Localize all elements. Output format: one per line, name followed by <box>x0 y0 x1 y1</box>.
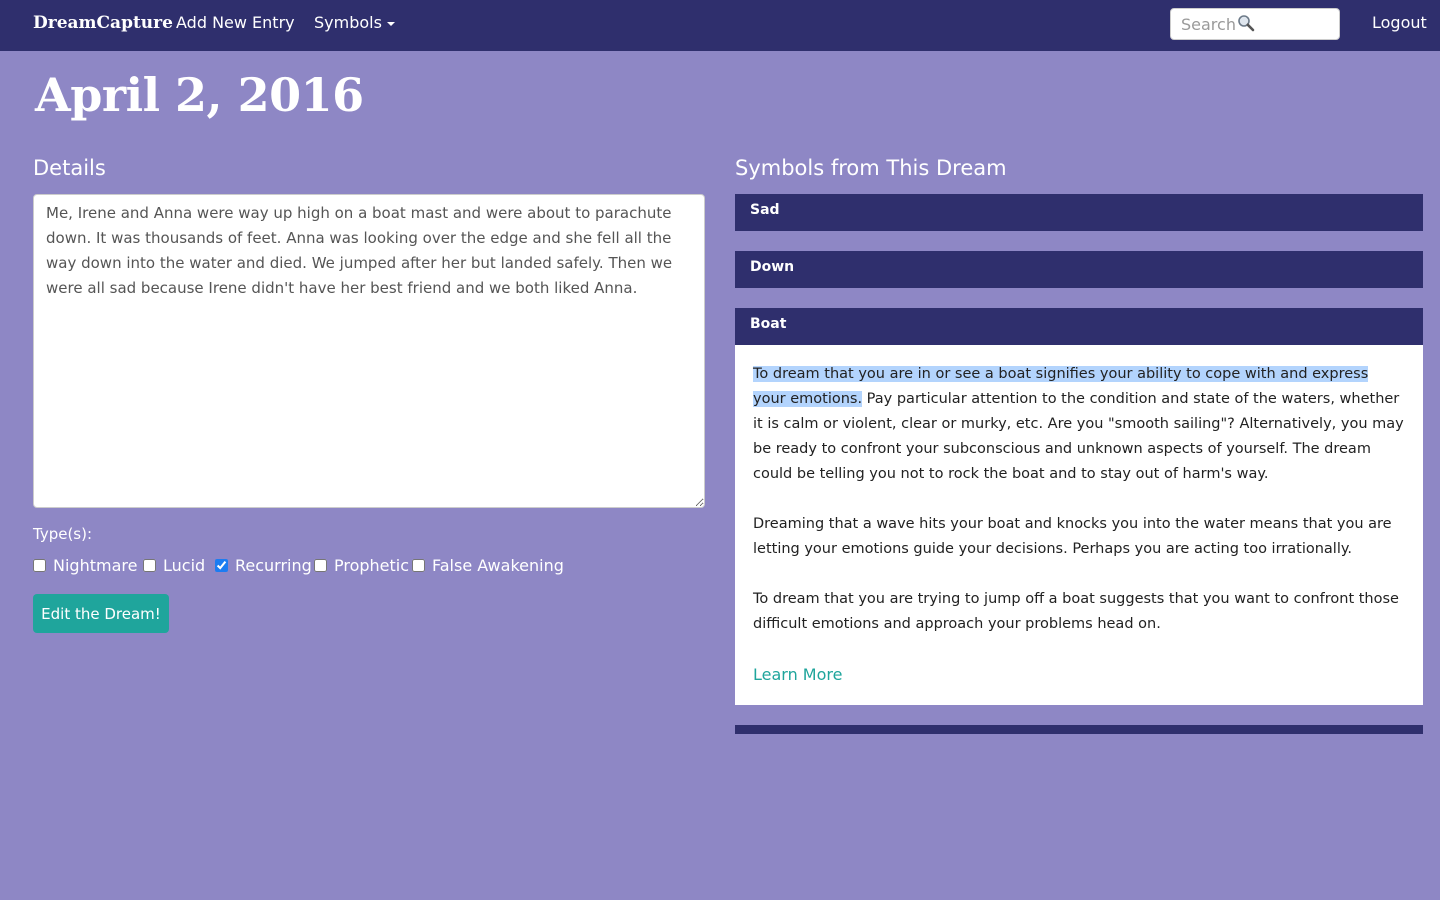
lucid-checkbox[interactable] <box>143 558 156 572</box>
boat-paragraph-3: To dream that you are trying to jump off… <box>753 591 1399 632</box>
edit-dream-button[interactable]: Edit the Dream! <box>33 594 169 633</box>
lucid-label: Lucid <box>163 555 206 575</box>
prophetic-label: Prophetic <box>334 555 410 575</box>
type-option-prophetic[interactable]: Prophetic <box>314 553 409 577</box>
false-awakening-checkbox[interactable] <box>412 558 425 572</box>
details-heading: Details <box>33 156 106 180</box>
chevron-down-icon <box>386 21 395 26</box>
boat-paragraph-1: To dream that you are in or see a boat s… <box>753 362 1405 487</box>
boat-paragraph-2: Dreaming that a wave hits your boat and … <box>753 516 1392 557</box>
search-box[interactable] <box>1170 8 1340 40</box>
symbol-panel-boat[interactable]: Boat <box>735 308 1423 345</box>
recurring-label: Recurring <box>235 555 312 575</box>
false-awakening-label: False Awakening <box>432 555 564 575</box>
symbol-panel-next[interactable] <box>735 725 1423 734</box>
type-option-nightmare[interactable]: Nightmare <box>33 553 137 577</box>
logout-link[interactable]: Logout <box>1372 13 1427 32</box>
boat-panel-body: To dream that you are in or see a boat s… <box>735 345 1423 705</box>
learn-more-link[interactable]: Learn More <box>753 665 842 684</box>
symbol-panel-down[interactable]: Down <box>735 251 1423 288</box>
navbar: DreamCapture Add New Entry Symbols Logou… <box>0 0 1440 51</box>
recurring-checkbox[interactable] <box>215 558 228 572</box>
type-option-lucid[interactable]: Lucid <box>143 553 205 577</box>
add-new-entry-link[interactable]: Add New Entry <box>176 13 295 32</box>
nightmare-checkbox[interactable] <box>33 558 46 572</box>
search-icon[interactable] <box>1237 14 1255 32</box>
page-title: April 2, 2016 <box>35 68 364 122</box>
types-label: Type(s): <box>33 525 93 543</box>
prophetic-checkbox[interactable] <box>314 558 327 572</box>
search-input[interactable] <box>1181 9 1291 39</box>
brand-logo[interactable]: DreamCapture <box>33 13 173 33</box>
symbols-dropdown[interactable]: Symbols <box>314 13 395 32</box>
type-option-recurring[interactable]: Recurring <box>215 553 312 577</box>
symbol-panel-sad[interactable]: Sad <box>735 194 1423 231</box>
types-checkbox-group: Nightmare Lucid Recurring Prophetic Fals… <box>33 553 705 577</box>
symbols-dropdown-label: Symbols <box>314 13 382 32</box>
type-option-false-awakening[interactable]: False Awakening <box>412 553 564 577</box>
symbols-heading: Symbols from This Dream <box>735 156 1007 180</box>
nightmare-label: Nightmare <box>53 555 138 575</box>
details-textarea[interactable]: Me, Irene and Anna were way up high on a… <box>33 194 705 508</box>
